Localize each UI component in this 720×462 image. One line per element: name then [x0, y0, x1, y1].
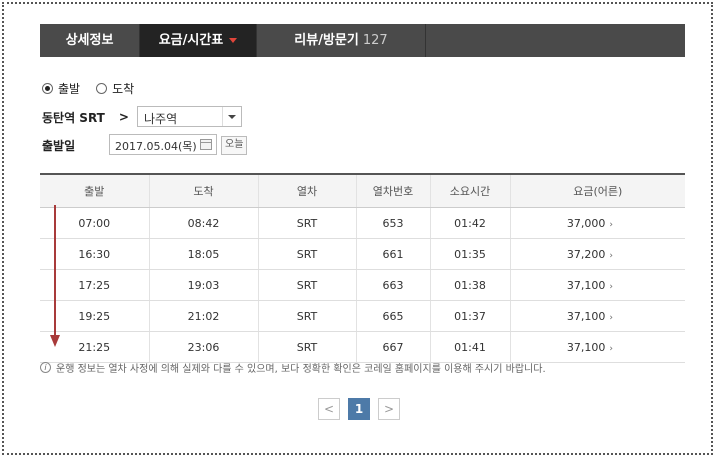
fare-value: 37,100	[566, 309, 606, 323]
today-button[interactable]: 오늘	[221, 136, 248, 155]
cell-fare[interactable]: 37,200 ›	[510, 238, 685, 270]
fare-value: 37,100	[566, 340, 606, 354]
departure-date-value: 2017.05.04(목)	[115, 140, 197, 153]
cell-fare[interactable]: 37,100 ›	[510, 269, 685, 301]
cell-number: 663	[356, 269, 431, 301]
arrive-radio-label[interactable]: 도착	[112, 80, 134, 97]
prev-page-button[interactable]: <	[318, 398, 340, 420]
caret-down-icon	[229, 38, 238, 43]
cell-arrive: 19:03	[149, 269, 259, 301]
chevron-down-icon[interactable]	[222, 107, 241, 126]
header-train: 열차	[258, 173, 357, 208]
cell-arrive: 08:42	[149, 207, 259, 239]
tab-details-label: 상세정보	[65, 33, 114, 48]
cell-arrive: 23:06	[149, 331, 259, 363]
table-row: 16:30 18:05 SRT 661 01:35 37,200 ›	[40, 238, 685, 270]
cell-fare[interactable]: 37,000 ›	[510, 207, 685, 239]
cell-duration: 01:42	[430, 207, 511, 239]
header-duration: 소요시간	[430, 173, 511, 208]
fare-value: 37,100	[566, 278, 606, 292]
pagination: < 1 >	[318, 398, 408, 420]
header-depart: 출발	[40, 173, 150, 208]
cell-number: 665	[356, 300, 431, 332]
page-1-button[interactable]: 1	[348, 398, 370, 420]
cell-arrive: 18:05	[149, 238, 259, 270]
destination-select[interactable]: 나주역	[137, 106, 242, 127]
info-notice: i 운행 정보는 열차 사정에 의해 실제와 다를 수 있으며, 보다 정확한 …	[40, 360, 546, 375]
depart-radio[interactable]	[42, 83, 53, 94]
cell-arrive: 21:02	[149, 300, 259, 332]
tab-reviews-label: 리뷰/방문기	[294, 33, 359, 48]
header-fare: 요금(어른)	[510, 173, 685, 208]
tab-bar: 상세정보 요금/시간표 리뷰/방문기 127	[40, 24, 685, 57]
tab-details[interactable]: 상세정보	[40, 24, 140, 57]
cell-fare[interactable]: 37,100 ›	[510, 331, 685, 363]
departure-date-field[interactable]: 2017.05.04(목)	[109, 134, 217, 155]
cell-duration: 01:35	[430, 238, 511, 270]
cell-train: SRT	[258, 300, 357, 332]
cell-train: SRT	[258, 207, 357, 239]
chevron-right-icon: ›	[609, 281, 613, 292]
annotation-down-arrow-icon	[50, 205, 60, 347]
table-row: 17:25 19:03 SRT 663 01:38 37,100 ›	[40, 269, 685, 301]
timetable: 출발 도착 열차 열차번호 소요시간 요금(어른) 07:00 08:42 SR…	[40, 173, 685, 363]
origin-station: 동탄역 SRT	[42, 110, 105, 125]
chevron-right-icon: ›	[609, 312, 613, 323]
calendar-icon[interactable]	[200, 139, 212, 150]
chevron-right-icon: ›	[609, 250, 613, 261]
departure-date-label: 출발일	[42, 139, 76, 153]
depart-radio-label[interactable]: 출발	[58, 80, 80, 97]
direction-radio-group: 출발 도착	[42, 80, 150, 97]
tab-reviews[interactable]: 리뷰/방문기 127	[257, 24, 426, 57]
cell-duration: 01:41	[430, 331, 511, 363]
cell-duration: 01:38	[430, 269, 511, 301]
tab-fares-timetable[interactable]: 요금/시간표	[140, 24, 257, 57]
route-arrow: >	[118, 110, 129, 124]
cell-train: SRT	[258, 238, 357, 270]
table-row: 19:25 21:02 SRT 665 01:37 37,100 ›	[40, 300, 685, 332]
table-row: 21:25 23:06 SRT 667 01:41 37,100 ›	[40, 331, 685, 363]
cell-train: SRT	[258, 331, 357, 363]
header-train-number: 열차번호	[356, 173, 431, 208]
chevron-right-icon: ›	[609, 343, 613, 354]
cell-fare[interactable]: 37,100 ›	[510, 300, 685, 332]
tab-fares-label: 요금/시간표	[158, 33, 224, 48]
timetable-header-row: 출발 도착 열차 열차번호 소요시간 요금(어른)	[40, 173, 685, 208]
cell-number: 653	[356, 207, 431, 239]
cell-number: 667	[356, 331, 431, 363]
route-row: 동탄역 SRT > 나주역	[42, 106, 242, 128]
destination-value: 나주역	[144, 112, 178, 126]
cell-train: SRT	[258, 269, 357, 301]
arrive-radio[interactable]	[96, 83, 108, 94]
info-icon: i	[40, 362, 51, 373]
header-arrive: 도착	[149, 173, 259, 208]
info-notice-text: 운행 정보는 열차 사정에 의해 실제와 다를 수 있으며, 보다 정확한 확인…	[56, 364, 546, 375]
review-count: 127	[362, 33, 388, 48]
table-row: 07:00 08:42 SRT 653 01:42 37,000 ›	[40, 207, 685, 239]
cell-number: 661	[356, 238, 431, 270]
fare-value: 37,000	[566, 216, 606, 230]
chevron-right-icon: ›	[609, 219, 613, 230]
cell-duration: 01:37	[430, 300, 511, 332]
next-page-button[interactable]: >	[378, 398, 400, 420]
fare-value: 37,200	[566, 247, 606, 261]
